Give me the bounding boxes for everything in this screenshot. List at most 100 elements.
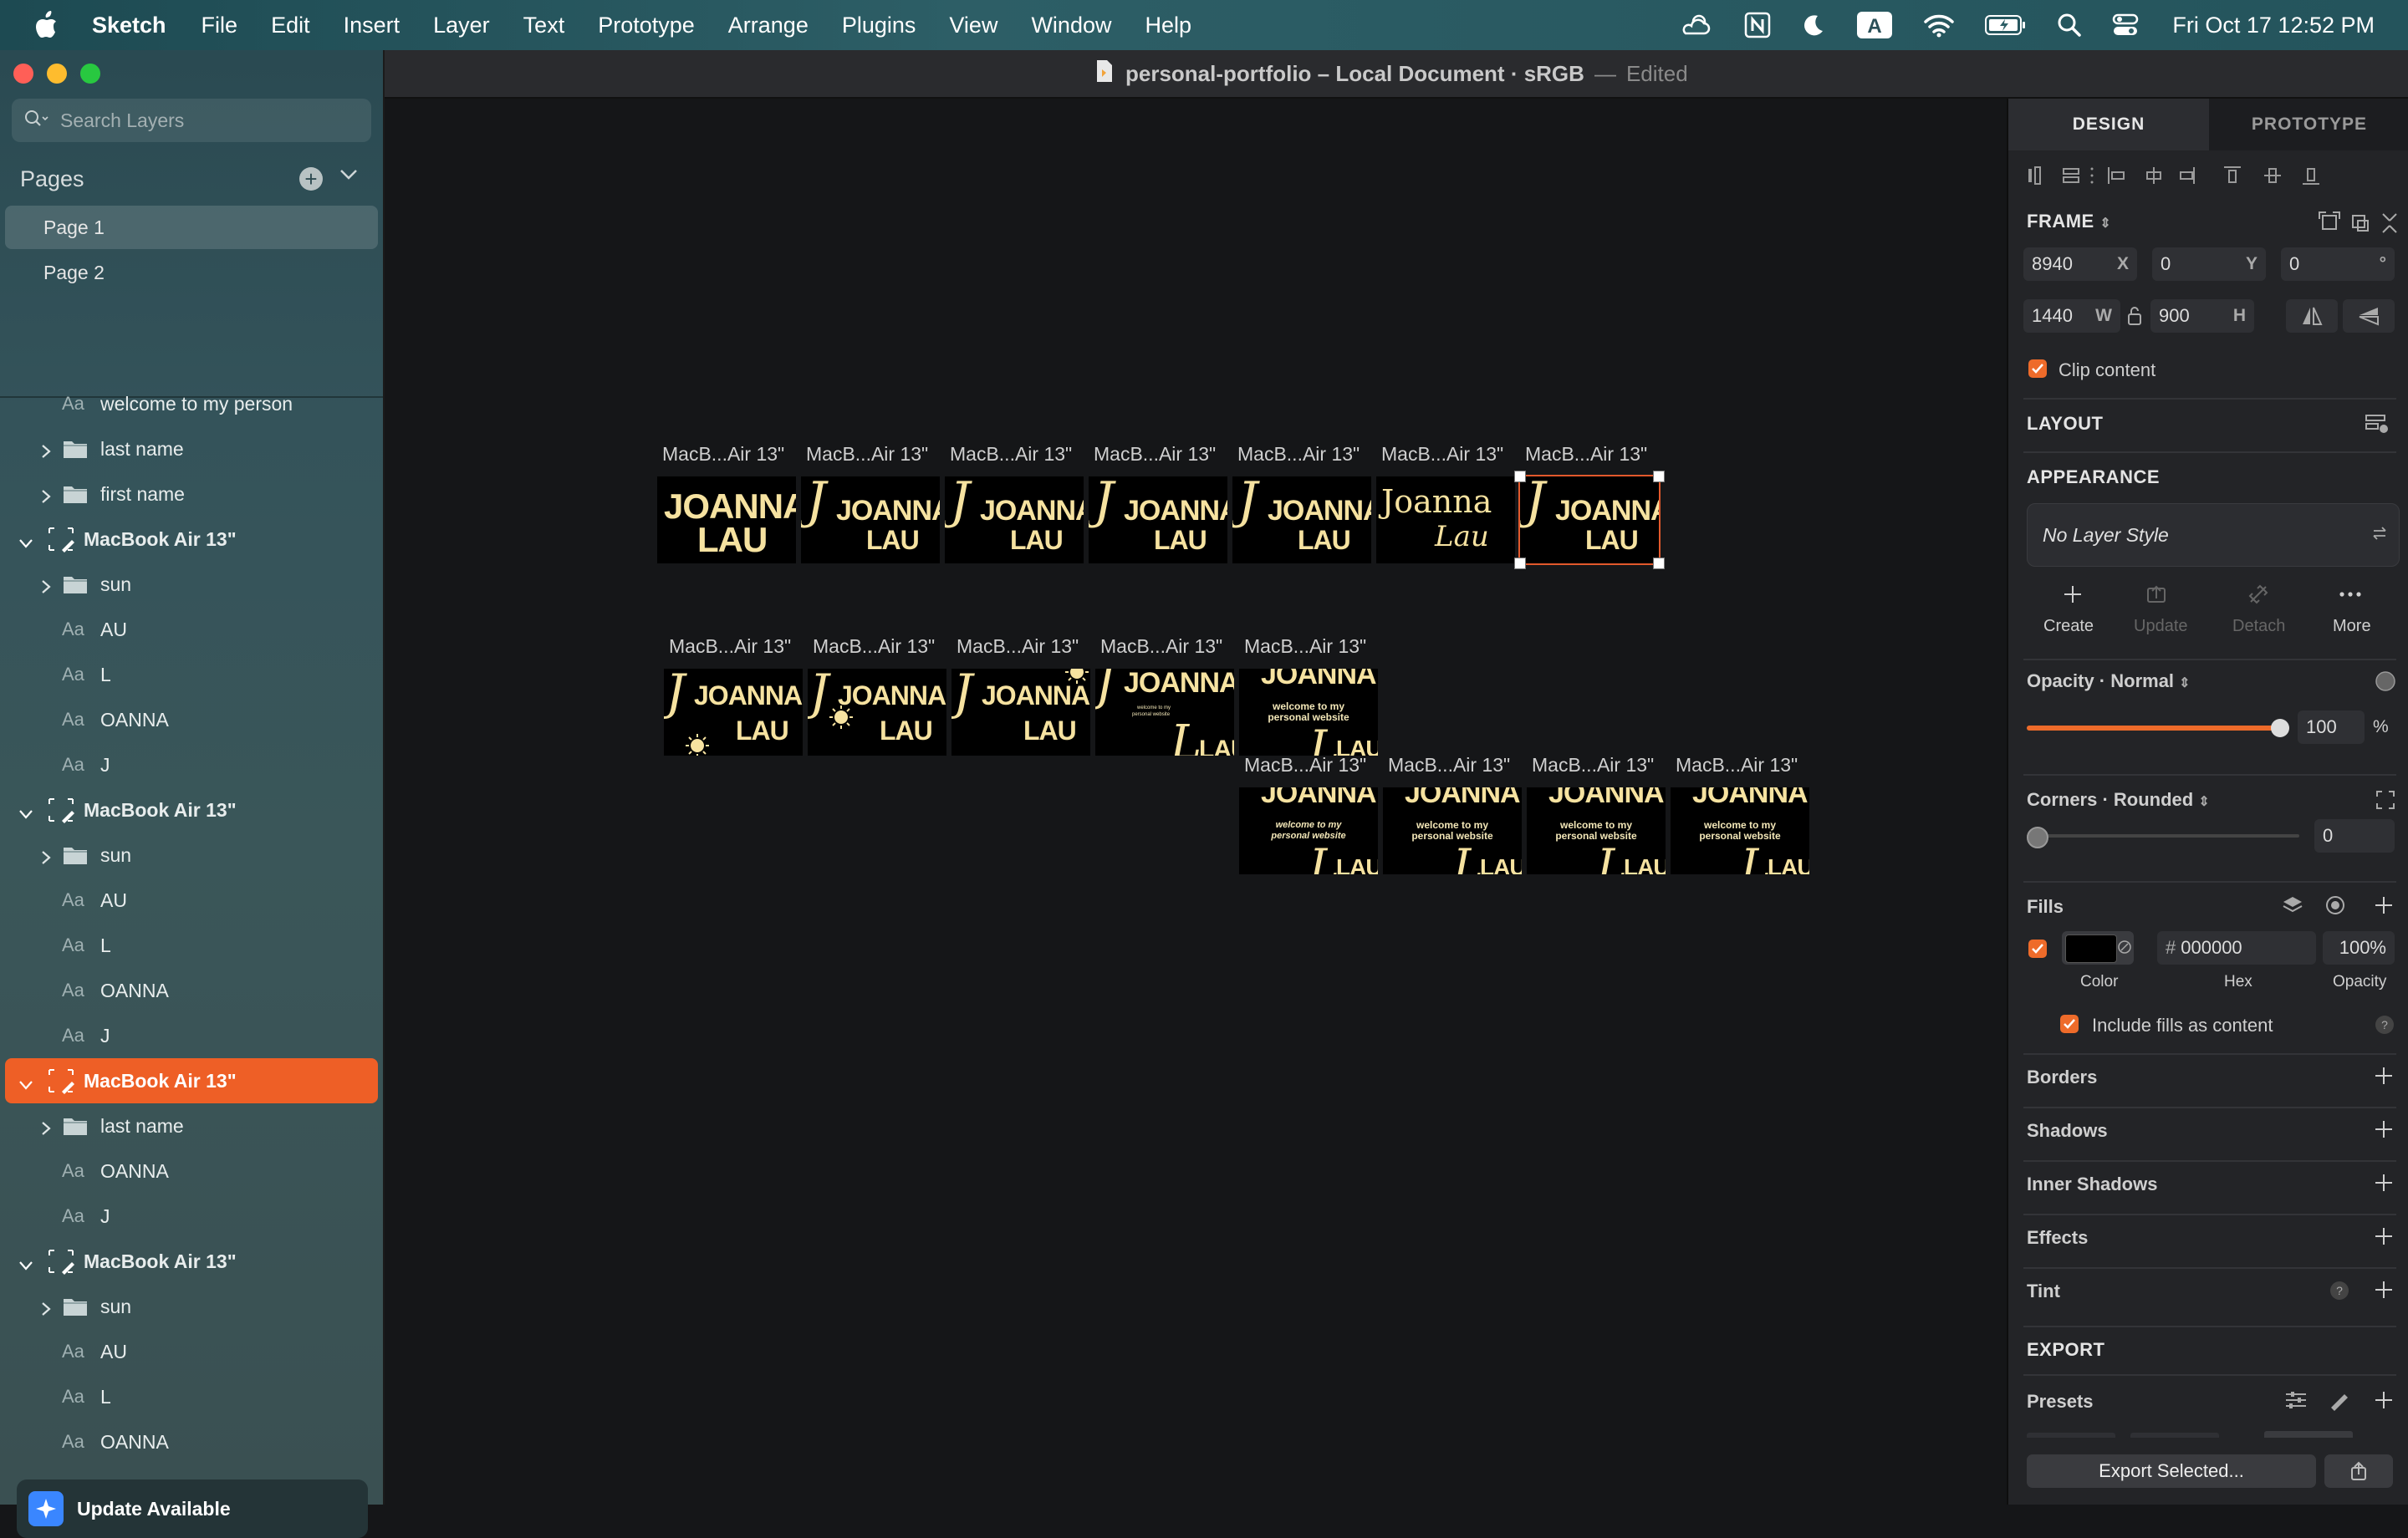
chevron-right-icon[interactable] xyxy=(40,577,52,599)
layer-row-macbook-air-13[interactable]: MacBook Air 13" xyxy=(5,787,378,833)
artboard-thumbnail[interactable]: J JOANNA LAU xyxy=(1089,476,1227,563)
artboard-thumbnail[interactable]: JOANNA welcome to my personal website L LAU xyxy=(1383,787,1522,874)
artboard-title[interactable]: MacB...Air 13" xyxy=(662,443,784,466)
create-style-button[interactable]: Create xyxy=(2043,617,2094,636)
artboard-thumbnail[interactable]: Joanna Lau xyxy=(1376,476,1515,563)
alignment-toolbar[interactable] xyxy=(2023,159,2400,192)
layer-row-oanna[interactable]: Aa OANNA xyxy=(5,697,378,742)
menu-insert[interactable]: Insert xyxy=(344,13,400,38)
frame-label[interactable]: FRAME ⇕ xyxy=(2027,211,2111,232)
share-button[interactable] xyxy=(2324,1454,2393,1488)
layout-settings-icon[interactable] xyxy=(2365,413,2390,439)
artboard-thumbnail[interactable]: J JOANNA welcome to my personal websiteLLAU xyxy=(1095,669,1234,756)
flip-horizontal-button[interactable] xyxy=(2286,299,2338,333)
artboard-title[interactable]: MacB...Air 13" xyxy=(669,635,791,658)
layer-search[interactable] xyxy=(12,99,371,142)
create-style-icon[interactable] xyxy=(2062,583,2084,609)
opacity-blend-label[interactable]: Opacity · Normal ⇕ xyxy=(2027,670,2191,692)
layer-row-j[interactable]: Aa J xyxy=(5,1194,378,1239)
corner-radius-field[interactable]: 0 xyxy=(2314,819,2395,853)
artboard-thumbnail[interactable]: JOANNA welcome to my personal website L LAU xyxy=(1239,787,1378,874)
corners-style-label[interactable]: Corners · Rounded ⇕ xyxy=(2027,789,2210,811)
layers-stack-icon[interactable] xyxy=(2281,894,2304,920)
artboard-title[interactable]: MacB...Air 13" xyxy=(1388,754,1510,777)
menu-help[interactable]: Help xyxy=(1145,13,1191,38)
add-borders-icon[interactable] xyxy=(2373,1065,2395,1091)
menu-text[interactable]: Text xyxy=(523,13,565,38)
rotation-field[interactable]: 0 ° xyxy=(2281,247,2395,281)
artboard-thumbnail[interactable]: JOANNA welcome to my personal website L LAU xyxy=(1527,787,1666,874)
export-settings-icon[interactable] xyxy=(2284,1389,2308,1415)
chevron-right-icon[interactable] xyxy=(40,486,52,509)
artboard-thumbnail[interactable]: J JOANNA LAU xyxy=(951,669,1090,756)
control-center-icon[interactable] xyxy=(2112,13,2139,38)
apple-menu-icon[interactable] xyxy=(33,11,59,39)
layer-row-sun[interactable]: sun xyxy=(5,562,378,607)
artboard-title[interactable]: MacB...Air 13" xyxy=(950,443,1072,466)
menu-arrange[interactable]: Arrange xyxy=(728,13,809,38)
artboard-thumbnail[interactable]: J JOANNA LAU xyxy=(808,669,946,756)
layer-row-macbook-air-13[interactable]: MacBook Air 13" xyxy=(5,1239,378,1284)
artboard-title[interactable]: MacB...Air 13" xyxy=(957,635,1079,658)
spotlight-search-icon[interactable] xyxy=(2057,13,2082,38)
slice-icon[interactable] xyxy=(2328,1389,2351,1415)
frame-tools-icon[interactable] xyxy=(2318,211,2401,236)
layer-row-j[interactable]: Aa J xyxy=(5,1013,378,1058)
blend-mode-icon[interactable] xyxy=(2375,670,2396,696)
design-canvas[interactable]: MacB...Air 13" JOANNA LAU MacB...Air 13" J JO… xyxy=(385,99,2007,1505)
menu-edit[interactable]: Edit xyxy=(271,13,310,38)
tab-design[interactable]: DESIGN xyxy=(2008,99,2209,150)
resize-handle[interactable] xyxy=(1514,471,1526,482)
input-source-icon[interactable]: A xyxy=(1856,11,1893,39)
add-page-button[interactable]: + xyxy=(299,167,323,191)
add-shadows-icon[interactable] xyxy=(2373,1118,2395,1144)
menu-view[interactable]: View xyxy=(949,13,997,38)
fill-opacity-field[interactable]: 100% xyxy=(2323,931,2395,965)
fill-enabled-checkbox[interactable] xyxy=(2028,940,2047,958)
expand-corners-icon[interactable] xyxy=(2375,789,2396,815)
menu-file[interactable]: File xyxy=(202,13,238,38)
layer-row-au[interactable]: Aa AU xyxy=(5,878,378,923)
tab-prototype[interactable]: PROTOTYPE xyxy=(2209,99,2408,150)
resize-handle[interactable] xyxy=(1514,558,1526,569)
detach-style-icon[interactable] xyxy=(2247,583,2269,609)
menu-layer[interactable]: Layer xyxy=(433,13,490,38)
artboard-title[interactable]: MacB...Air 13" xyxy=(806,443,928,466)
add-effects-icon[interactable] xyxy=(2373,1225,2395,1251)
layer-style-dropdown[interactable]: No Layer Style xyxy=(2027,503,2400,567)
chevron-down-icon[interactable] xyxy=(18,802,33,825)
artboard-thumbnail[interactable]: J JOANNA LAU xyxy=(664,669,803,756)
eyedropper-icon[interactable] xyxy=(2117,940,2132,959)
lock-icon[interactable] xyxy=(2127,306,2142,330)
menubar-clock[interactable]: Fri Oct 17 12:52 PM xyxy=(2172,13,2375,38)
minimize-window-button[interactable] xyxy=(47,64,67,84)
artboard-title[interactable]: MacB...Air 13" xyxy=(1381,443,1503,466)
zoom-window-button[interactable] xyxy=(80,64,100,84)
layer-row-sun[interactable]: sun xyxy=(5,1284,378,1329)
opacity-field[interactable]: 100 xyxy=(2298,710,2365,744)
height-field[interactable]: 900 H xyxy=(2150,299,2254,333)
layer-row-last-name[interactable]: last name xyxy=(5,426,378,471)
layer-row-oanna[interactable]: Aa OANNA xyxy=(5,968,378,1013)
artboard-thumbnail[interactable]: J JOANNA LAU xyxy=(801,476,940,563)
chevron-down-icon[interactable] xyxy=(18,1073,33,1096)
add-export-icon[interactable] xyxy=(2373,1389,2395,1415)
menu-prototype[interactable]: Prototype xyxy=(598,13,695,38)
weather-icon[interactable] xyxy=(1681,12,1714,38)
flip-vertical-button[interactable] xyxy=(2343,299,2395,333)
layer-row-welcome-to-my-person[interactable]: Aa welcome to my person xyxy=(5,381,378,426)
update-style-button[interactable]: Update xyxy=(2134,617,2188,636)
close-window-button[interactable] xyxy=(13,64,33,84)
page-item-page-2[interactable]: Page 2 xyxy=(5,251,378,294)
help-icon[interactable]: ? xyxy=(2375,1015,2395,1039)
artboard-thumbnail[interactable]: JOANNA LAU xyxy=(657,476,796,563)
layer-row-j[interactable]: Aa J xyxy=(5,742,378,787)
add-tint-icon[interactable] xyxy=(2373,1279,2395,1305)
artboard-title[interactable]: MacB...Air 13" xyxy=(1244,635,1366,658)
layer-row-oanna[interactable]: Aa OANNA xyxy=(5,1419,378,1464)
artboard-thumbnail[interactable]: J JOANNA LAU xyxy=(1232,476,1371,563)
artboard-title[interactable]: MacB...Air 13" xyxy=(1100,635,1222,658)
layer-row-l[interactable]: Aa L xyxy=(5,652,378,697)
add-inner-shadows-icon[interactable] xyxy=(2373,1172,2395,1198)
artboard-thumbnail[interactable]: J JOANNA LAU xyxy=(1518,475,1661,565)
